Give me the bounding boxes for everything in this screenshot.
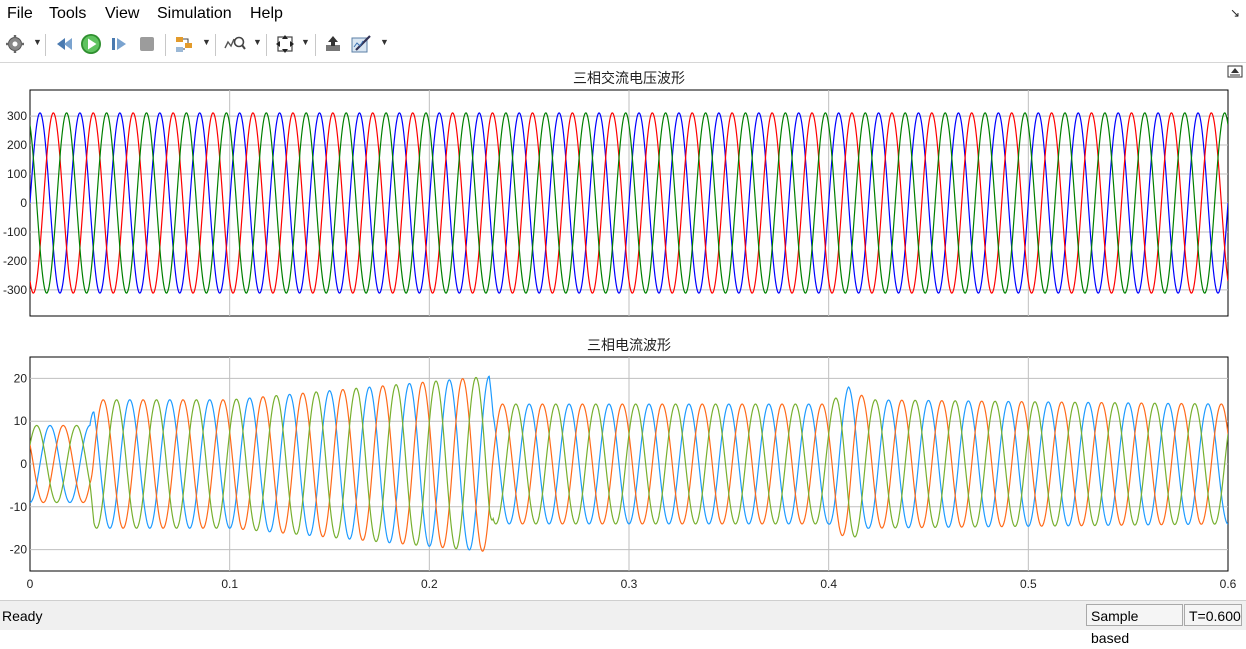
toolbar-separator: [315, 34, 316, 56]
y-tick-label: -10: [10, 500, 28, 514]
current-axes: 20 10 0 -10 -20 三相电流波形 0 0.1 0.2 0.3 0.4 0.5 0.6: [10, 337, 1237, 591]
menu-tools[interactable]: Tools: [49, 5, 86, 23]
y-tick-label: 0: [20, 457, 27, 471]
x-tick-label: 0.4: [820, 577, 837, 591]
y-tick-label: 10: [14, 414, 28, 428]
x-tick-label: 0.6: [1220, 577, 1237, 591]
menu-file[interactable]: File: [7, 5, 33, 23]
toolbar-separator: [266, 34, 267, 56]
y-tick-label: -200: [3, 254, 27, 268]
status-bar: Ready Sample based T=0.600: [0, 600, 1246, 646]
gear-icon[interactable]: [4, 33, 26, 55]
style-dropdown-icon[interactable]: ▼: [380, 37, 389, 47]
sample-mode-indicator: Sample based: [1086, 604, 1183, 646]
gear-dropdown-icon[interactable]: ▼: [33, 37, 42, 47]
x-tick-label: 0: [27, 577, 34, 591]
scope-figure: 3002001000-100-200-300三相交流电压波形20100-10-2…: [3, 65, 1243, 591]
y-tick-label: -20: [10, 543, 28, 557]
signal-selector-dropdown-icon[interactable]: ▼: [202, 37, 211, 47]
undock-plot-icon[interactable]: [1227, 65, 1243, 78]
x-tick-label: 0.3: [621, 577, 638, 591]
zoom-dropdown-icon[interactable]: ▼: [253, 37, 262, 47]
style-icon[interactable]: [351, 33, 373, 55]
scope-plot-area: 300 200 100 0 -100 -200 -300 三相交流电压波形 20 10 0 -10 -2…: [0, 63, 1246, 600]
signal-selector-icon[interactable]: [173, 33, 195, 55]
toolbar: ▼ ▼ ▼ ▼ ▼: [0, 28, 1246, 63]
voltage-axes: 300 200 100 0 -100 -200 -300 三相交流电压波形: [3, 70, 1229, 317]
menu-simulation[interactable]: Simulation: [157, 5, 232, 23]
x-tick-label: 0.5: [1020, 577, 1037, 591]
step-forward-icon[interactable]: [108, 33, 130, 55]
autoscale-dropdown-icon[interactable]: ▼: [301, 37, 310, 47]
axes-title: 三相交流电压波形: [573, 70, 685, 86]
y-tick-label: -300: [3, 283, 27, 297]
undock-arrow-icon[interactable]: ↘: [1230, 6, 1240, 20]
x-tick-label: 0.2: [421, 577, 438, 591]
menu-bar: File Tools View Simulation Help ↘: [0, 0, 1246, 28]
run-icon[interactable]: [80, 33, 102, 55]
y-tick-label: 100: [7, 167, 27, 181]
menu-help[interactable]: Help: [250, 5, 283, 23]
highlight-block-icon[interactable]: [322, 33, 344, 55]
x-tick-label: 0.1: [221, 577, 238, 591]
y-tick-label: 300: [7, 109, 27, 123]
y-tick-label: 200: [7, 138, 27, 152]
toolbar-separator: [165, 34, 166, 56]
y-tick-label: 0: [20, 196, 27, 210]
status-ready: Ready: [2, 608, 43, 624]
axes-title: 三相电流波形: [587, 337, 671, 353]
zoom-icon[interactable]: [224, 33, 246, 55]
menu-view[interactable]: View: [105, 5, 139, 23]
autoscale-icon[interactable]: [274, 33, 296, 55]
y-tick-label: -100: [3, 225, 27, 239]
toolbar-separator: [45, 34, 46, 56]
step-back-icon[interactable]: [53, 33, 75, 55]
y-tick-label: 20: [14, 371, 28, 385]
simulation-time: T=0.600: [1184, 604, 1242, 626]
stop-icon[interactable]: [136, 33, 158, 55]
toolbar-separator: [215, 34, 216, 56]
